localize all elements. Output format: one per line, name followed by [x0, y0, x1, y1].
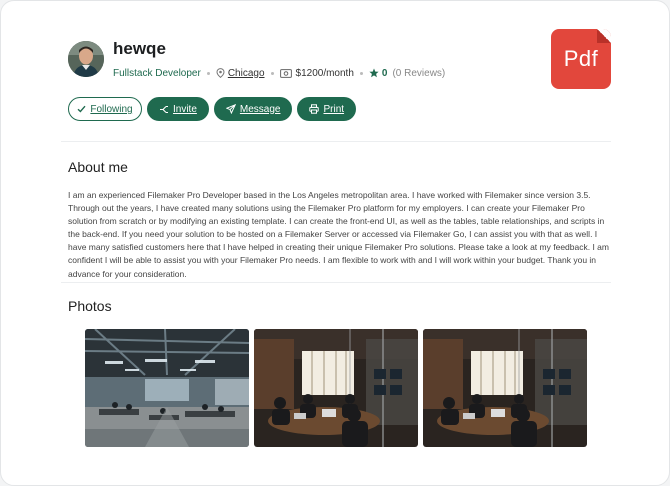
photo-thumbnail-meeting-room[interactable] [423, 329, 587, 447]
following-label: Following [90, 103, 133, 115]
message-label: Message [239, 103, 281, 115]
profile-rating: 0 [381, 67, 388, 79]
star-icon [369, 68, 379, 78]
send-icon [225, 104, 236, 114]
money-icon [279, 68, 292, 78]
separator-dot [270, 71, 274, 75]
printer-icon [309, 104, 320, 114]
profile-card: hewqe Fullstack Developer Chicago $1200/… [0, 0, 670, 486]
invite-label: Invite [173, 103, 197, 115]
location-pin-icon [216, 68, 225, 78]
profile-actions: Following Invite Message Print [68, 97, 357, 121]
pdf-export-button[interactable]: Pdf [551, 29, 611, 89]
message-button[interactable]: Message [213, 97, 293, 121]
profile-location-link[interactable]: Chicago [228, 68, 265, 79]
avatar[interactable] [68, 41, 104, 77]
profile-name: hewqe [113, 39, 166, 58]
profile-reviews-count[interactable]: (0 Reviews) [392, 68, 445, 79]
print-label: Print [323, 103, 345, 115]
separator-dot [359, 71, 363, 75]
invite-button[interactable]: Invite [147, 97, 209, 121]
print-button[interactable]: Print [297, 97, 357, 121]
profile-meta: Fullstack Developer Chicago $1200/month … [113, 66, 445, 80]
divider [61, 141, 611, 142]
check-icon [77, 105, 86, 113]
following-button[interactable]: Following [68, 97, 142, 121]
photo-thumbnail-meeting-room[interactable] [254, 329, 418, 447]
invite-icon [159, 105, 169, 114]
profile-role: Fullstack Developer [113, 67, 201, 79]
divider [61, 282, 611, 283]
photo-thumbnail-office[interactable] [85, 329, 249, 447]
photos-heading: Photos [68, 298, 112, 314]
about-heading: About me [68, 159, 128, 175]
separator-dot [206, 71, 210, 75]
profile-rate: $1200/month [295, 67, 354, 79]
photo-gallery [85, 329, 587, 447]
about-text: I am an experienced Filemaker Pro Develo… [68, 190, 609, 279]
